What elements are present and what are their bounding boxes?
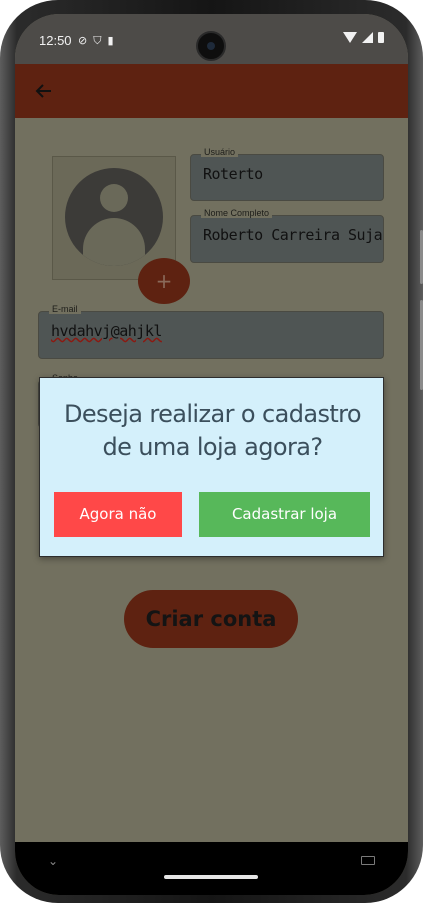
username-field[interactable]: Usuário Roterto [190,147,384,201]
battery-icon [378,32,384,43]
do-not-disturb-icon: ⊘ [78,34,88,47]
app-bar [15,64,408,118]
avatar-head [100,184,128,212]
chevron-down-icon[interactable]: ⌄ [48,854,58,868]
store-signup-dialog: Deseja realizar o cadastro de uma loja a… [39,377,384,557]
navigation-bar: ⌄ [15,842,408,895]
shield-icon: ⛉ [93,34,102,47]
register-store-button[interactable]: Cadastrar loja [199,492,370,537]
screen: 12:50 ⊘ ⛉ ▮ + Usuário Roterto Nome Compl… [15,14,408,895]
camera-cutout [196,31,226,61]
status-time: 12:50 [39,33,72,48]
add-photo-button[interactable]: + [138,258,190,304]
user-avatar-icon [65,168,163,266]
status-bar: 12:50 ⊘ ⛉ ▮ [15,14,408,64]
signal-icon [362,32,373,43]
wifi-icon [343,32,357,43]
full-name-label: Nome Completo [201,208,273,218]
phone-frame: 12:50 ⊘ ⛉ ▮ + Usuário Roterto Nome Compl… [0,0,423,903]
email-value: hvdahvj@ahjkl [51,322,162,340]
not-now-button[interactable]: Agora não [54,492,182,537]
keyboard-icon[interactable] [361,856,375,865]
sim-card-icon: ▮ [107,34,114,47]
dialog-message: Deseja realizar o cadastro de uma loja a… [64,400,362,461]
username-value: Roterto [203,165,263,183]
full-name-field[interactable]: Nome Completo Roberto Carreira Suja [190,208,384,263]
status-icons-left: ⊘ ⛉ ▮ [78,34,114,48]
email-field[interactable]: E-mail hvdahvj@ahjkl [38,304,384,359]
username-label: Usuário [201,147,239,157]
home-gesture-bar[interactable] [164,875,258,879]
full-name-value: Roberto Carreira Suja [203,226,383,244]
avatar-body [83,218,145,266]
email-label: E-mail [49,304,81,314]
status-icons-right [343,32,384,43]
arrow-left-icon[interactable] [31,78,57,104]
create-account-button[interactable]: Criar conta [124,590,298,648]
